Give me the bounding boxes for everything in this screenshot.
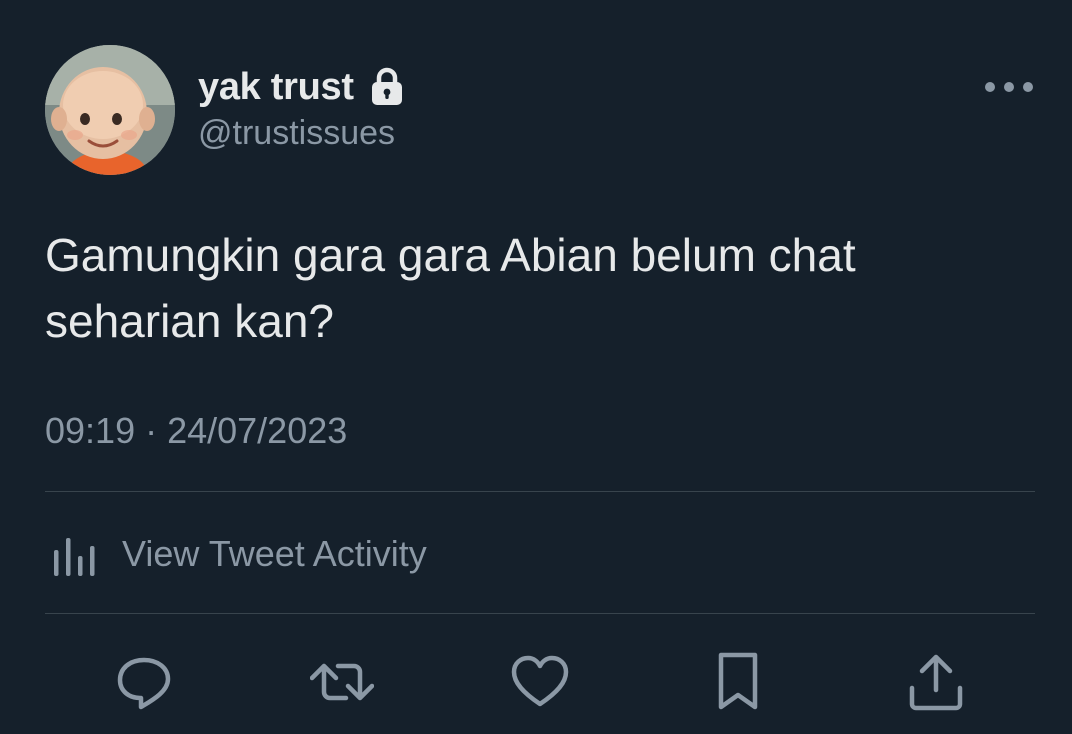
divider xyxy=(45,491,1035,492)
share-icon xyxy=(909,654,963,711)
more-options-icon[interactable] xyxy=(978,70,1040,104)
author-handle[interactable]: @trustissues xyxy=(198,114,395,153)
like-button[interactable] xyxy=(508,650,572,714)
lock-icon xyxy=(370,67,404,107)
heart-icon xyxy=(511,655,569,707)
view-tweet-activity-label: View Tweet Activity xyxy=(122,533,427,574)
share-button[interactable] xyxy=(904,650,968,714)
author-name-row[interactable]: yak trust xyxy=(198,62,404,112)
reply-icon xyxy=(117,657,171,710)
cartoon-boy-avatar-icon xyxy=(45,45,175,175)
avatar[interactable] xyxy=(45,45,175,175)
bookmark-button[interactable] xyxy=(706,650,770,714)
view-tweet-activity-link[interactable]: View Tweet Activity xyxy=(50,526,427,582)
tweet-text: Gamungkin gara gara Abian belum chat seh… xyxy=(45,229,856,347)
retweet-button[interactable] xyxy=(310,650,374,714)
reply-button[interactable] xyxy=(112,650,176,714)
bookmark-icon xyxy=(718,652,758,710)
retweet-icon xyxy=(310,663,374,701)
display-name[interactable]: yak trust xyxy=(198,66,354,109)
bar-chart-icon xyxy=(50,528,102,580)
tweet-timestamp[interactable]: 09:19 · 24/07/2023 xyxy=(45,410,347,452)
divider xyxy=(45,613,1035,614)
tweet-detail: yak trust @trustissues Gamungkin gara ga… xyxy=(0,0,1072,734)
